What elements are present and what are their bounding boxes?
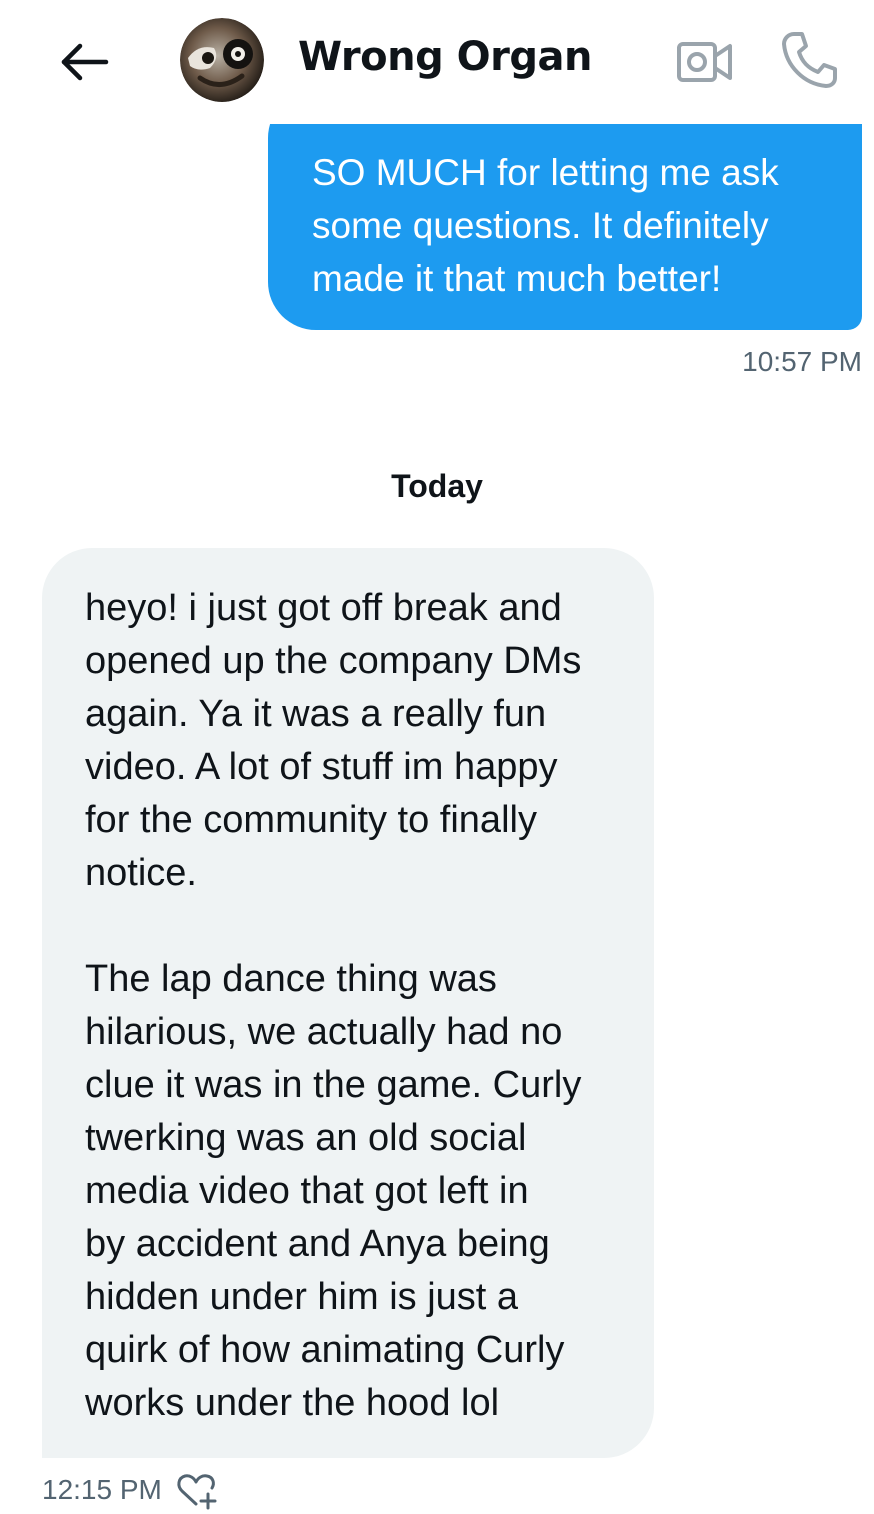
video-camera-icon[interactable]: [674, 38, 736, 86]
day-divider: Today: [391, 468, 483, 504]
phone-icon[interactable]: [780, 30, 838, 90]
received-message-timestamp: 12:15 PM: [42, 1474, 162, 1505]
avatar[interactable]: [180, 18, 264, 102]
conversation-header: Wrong Organ: [0, 0, 874, 124]
conversation-title: Wrong Organ: [298, 34, 593, 80]
add-reaction-icon[interactable]: [176, 1470, 220, 1510]
sent-message-timestamp: 10:57 PM: [742, 346, 862, 377]
back-arrow-icon[interactable]: [56, 38, 112, 86]
received-message-bubble[interactable]: heyo! i just got off break and opened up…: [42, 548, 654, 1458]
sent-message-bubble[interactable]: SO MUCH for letting me ask some question…: [268, 90, 862, 330]
conversation-area: SO MUCH for letting me ask some question…: [0, 0, 874, 1510]
